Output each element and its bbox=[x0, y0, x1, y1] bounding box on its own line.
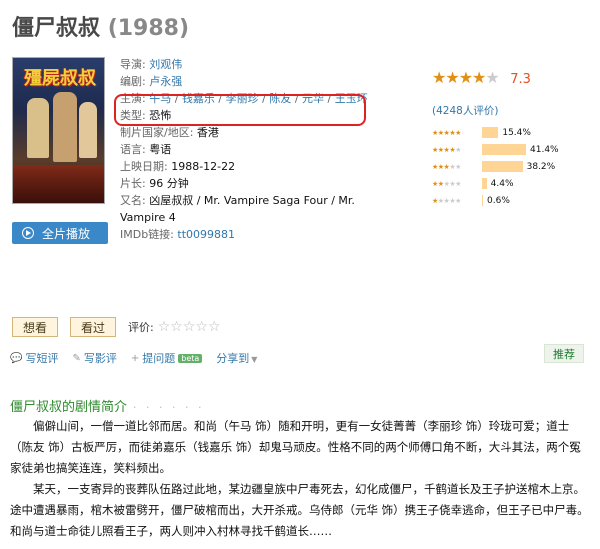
aka-value: 凶屋叔叔 / Mr. Vampire Saga Four / Mr. Vampi… bbox=[120, 194, 355, 224]
rating-dist-stars-icon: ★★★★★ bbox=[432, 196, 461, 205]
play-icon bbox=[22, 227, 34, 239]
rating-dist-bar bbox=[482, 144, 526, 155]
rating-dist-stars-icon: ★★★★★ bbox=[432, 179, 461, 188]
info-director: 导演: 刘观伟 bbox=[120, 58, 183, 71]
poster-figure bbox=[79, 102, 97, 158]
cast-highlight-box bbox=[114, 94, 366, 126]
movie-title: 僵尸叔叔 (1988) bbox=[12, 10, 189, 42]
info-language: 语言: 粤语 bbox=[120, 143, 172, 156]
chevron-down-icon: ▼ bbox=[251, 355, 258, 364]
poster-title-art: 殭屍叔叔 bbox=[24, 68, 96, 89]
director-link[interactable]: 刘观伟 bbox=[149, 58, 182, 71]
info-country: 制片国家/地区: 香港 bbox=[120, 126, 219, 139]
rating-dist-bar bbox=[482, 178, 487, 189]
info-aka: 又名: 凶屋叔叔 / Mr. Vampire Saga Four / Mr. V… bbox=[120, 194, 355, 224]
poster-bottom bbox=[13, 165, 104, 203]
rate-label: 评价: bbox=[128, 321, 154, 334]
writer-link[interactable]: 卢永强 bbox=[149, 75, 182, 88]
rating-distribution: ★★★★★ 15.4% ★★★★★ 41.4% ★★★★★ 38.2% ★★★★★ 4.4% ★… bbox=[432, 124, 559, 209]
rate-stars-icon[interactable]: ☆☆☆☆☆ bbox=[158, 319, 221, 335]
heading-dots: · · · · · · bbox=[133, 401, 205, 414]
rating-dist-row: ★★★★★ 41.4% bbox=[432, 141, 559, 158]
rating-summary: ★★★★★ 7.3 bbox=[432, 68, 531, 87]
poster-figure bbox=[53, 92, 77, 162]
rating-dist-percent: 15.4% bbox=[502, 127, 531, 138]
ask-question-link[interactable]: + 提问题 beta bbox=[130, 350, 203, 366]
summary-paragraph: 偏僻山间，一僧一道比邻而居。和尚（午马 饰）随和开明，更有一女徒菁菁（李丽珍 饰… bbox=[10, 419, 581, 475]
want-to-watch-button[interactable]: 想看 bbox=[12, 317, 59, 337]
plus-icon: + bbox=[130, 352, 140, 364]
rating-votes-link[interactable]: (4248人评价) bbox=[432, 103, 498, 118]
rating-dist-row: ★★★★★ 0.6% bbox=[432, 192, 559, 209]
imdb-link[interactable]: tt0099881 bbox=[177, 228, 235, 241]
rating-dist-percent: 41.4% bbox=[530, 144, 559, 155]
rating-dist-bar bbox=[482, 127, 499, 138]
play-full-label: 全片播放 bbox=[42, 226, 91, 241]
rating-dist-percent: 0.6% bbox=[487, 195, 510, 206]
rating-dist-percent: 4.4% bbox=[490, 178, 514, 189]
summary-paragraph: 某天，一支寄异的丧葬队伍路过此地，某边疆皇族中尸毒死去，幻化成僵尸，千鹤道长及王… bbox=[10, 482, 589, 538]
title-name: 僵尸叔叔 bbox=[12, 16, 101, 41]
rating-dist-percent: 38.2% bbox=[526, 161, 556, 172]
play-full-button[interactable]: 全片播放 bbox=[12, 222, 108, 244]
rating-dist-stars-icon: ★★★★★ bbox=[432, 162, 461, 171]
movie-poster[interactable]: 殭屍叔叔 bbox=[12, 57, 105, 204]
rating-dist-stars-icon: ★★★★★ bbox=[432, 145, 461, 154]
beta-badge: beta bbox=[178, 353, 203, 363]
rating-dist-bar bbox=[482, 161, 523, 172]
rating-dist-bar bbox=[482, 195, 483, 206]
pencil-icon: ✎ bbox=[72, 352, 81, 364]
rating-stars-icon: ★★★★★ bbox=[432, 68, 500, 87]
summary-text: 偏僻山间，一僧一道比邻而居。和尚（午马 饰）随和开明，更有一女徒菁菁（李丽珍 饰… bbox=[10, 416, 590, 542]
info-release: 上映日期: 1988-12-22 bbox=[120, 160, 236, 173]
movie-info: 导演: 刘观伟 编剧: 卢永强 主演: 午马 / 钱嘉乐 / 李丽珍 / 陈友 … bbox=[120, 56, 370, 243]
recommend-button[interactable]: 推荐 bbox=[544, 344, 584, 363]
summary-heading: 僵尸叔叔的剧情简介 · · · · · · bbox=[10, 400, 205, 415]
title-year: (1988) bbox=[107, 16, 190, 41]
info-writer: 编剧: 卢永强 bbox=[120, 75, 183, 88]
rating-dist-row: ★★★★★ 38.2% bbox=[432, 158, 559, 175]
rating-dist-row: ★★★★★ 4.4% bbox=[432, 175, 559, 192]
info-imdb: IMDb链接: tt0099881 bbox=[120, 228, 236, 241]
poster-figure bbox=[27, 98, 49, 158]
share-dropdown[interactable]: 分享到 ▼ bbox=[216, 350, 257, 366]
release-value: 1988-12-22 bbox=[171, 160, 236, 173]
runtime-value: 96 分钟 bbox=[149, 177, 189, 190]
write-short-review-link[interactable]: 💬 写短评 bbox=[10, 350, 58, 366]
interest-buttons: 想看 看过 评价: ☆☆☆☆☆ bbox=[12, 317, 221, 337]
rating-dist-row: ★★★★★ 15.4% bbox=[432, 124, 559, 141]
country-value: 香港 bbox=[196, 126, 219, 139]
language-value: 粤语 bbox=[149, 143, 172, 156]
rating-dist-stars-icon: ★★★★★ bbox=[432, 128, 461, 137]
rating-score: 7.3 bbox=[510, 72, 531, 87]
info-runtime: 片长: 96 分钟 bbox=[120, 177, 189, 190]
comment-icon: 💬 bbox=[10, 352, 23, 364]
write-review-link[interactable]: ✎ 写影评 bbox=[72, 350, 116, 366]
watched-button[interactable]: 看过 bbox=[70, 317, 117, 337]
action-links: 💬 写短评 ✎ 写影评 + 提问题 beta 分享到 ▼ bbox=[10, 350, 590, 366]
